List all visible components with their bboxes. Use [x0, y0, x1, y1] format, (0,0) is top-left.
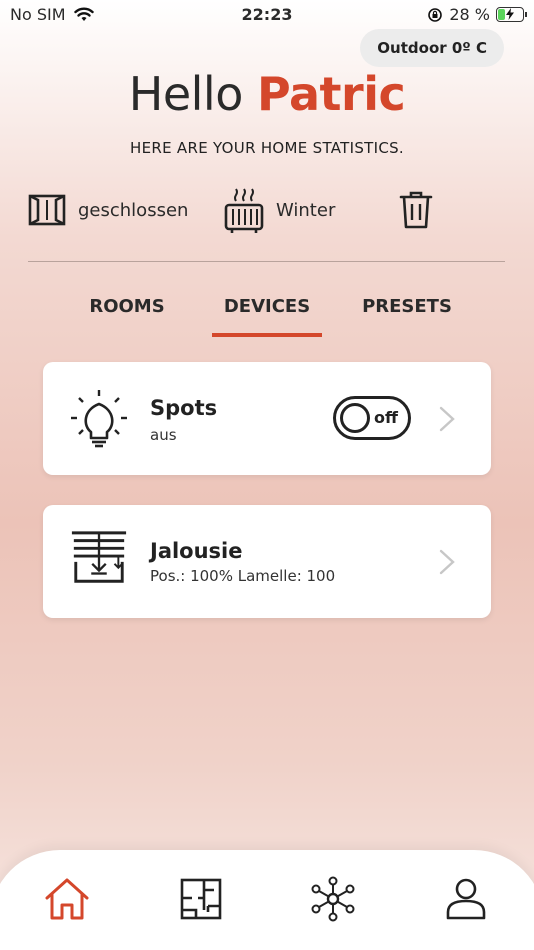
radiator-icon	[224, 188, 264, 233]
hello-word: Hello	[128, 67, 244, 121]
tab-rooms[interactable]: ROOMS	[72, 296, 182, 317]
tab-bar: ROOMS DEVICES PRESETS	[0, 296, 534, 340]
device-status: aus	[150, 426, 177, 444]
device-name: Spots	[150, 396, 218, 420]
user-name: Patric	[257, 67, 406, 121]
tab-devices[interactable]: DEVICES	[212, 296, 322, 317]
window-status-stat[interactable]: geschlossen	[28, 185, 188, 235]
toggle-label: off	[374, 408, 398, 427]
home-icon[interactable]	[44, 876, 90, 922]
blinds-icon	[71, 531, 127, 583]
home-stats-row: geschlossen Winter	[28, 185, 508, 235]
floorplan-icon[interactable]	[178, 876, 224, 922]
trash-stat[interactable]	[398, 185, 434, 235]
toggle-knob	[340, 403, 370, 433]
battery-fill	[498, 9, 505, 20]
greeting-title: Hello Patric	[0, 68, 534, 120]
window-status-label: geschlossen	[78, 199, 189, 221]
greeting-subtitle: HERE ARE YOUR HOME STATISTICS.	[129, 139, 405, 157]
battery-icon	[496, 7, 527, 22]
spots-toggle[interactable]: off	[333, 396, 411, 440]
device-status: Pos.: 100% Lamelle: 100	[150, 567, 336, 585]
outdoor-temperature-badge[interactable]: Outdoor 0º C	[360, 29, 504, 67]
user-icon[interactable]	[443, 876, 489, 922]
active-tab-indicator	[212, 333, 322, 337]
device-name: Jalousie	[150, 539, 243, 563]
section-divider	[28, 261, 505, 262]
outdoor-label: Outdoor 0º C	[377, 39, 487, 57]
window-icon	[28, 194, 66, 226]
device-card-spots[interactable]: Spots aus off	[43, 362, 491, 475]
heating-mode-stat[interactable]: Winter	[224, 185, 335, 235]
battery-percent: 28 %	[449, 5, 490, 24]
network-icon[interactable]	[310, 876, 356, 922]
status-bar: No SIM 22:23 28 %	[0, 0, 534, 30]
heating-mode-label: Winter	[276, 199, 336, 221]
trash-icon	[399, 191, 433, 229]
chevron-right-icon[interactable]	[437, 404, 457, 434]
tab-presets[interactable]: PRESETS	[352, 296, 462, 317]
lightbulb-icon	[71, 390, 127, 448]
charging-bolt-icon	[506, 8, 514, 20]
rotation-lock-icon	[428, 7, 443, 22]
device-card-jalousie[interactable]: Jalousie Pos.: 100% Lamelle: 100	[43, 505, 491, 618]
chevron-right-icon[interactable]	[437, 547, 457, 577]
status-right: 28 %	[427, 5, 527, 24]
